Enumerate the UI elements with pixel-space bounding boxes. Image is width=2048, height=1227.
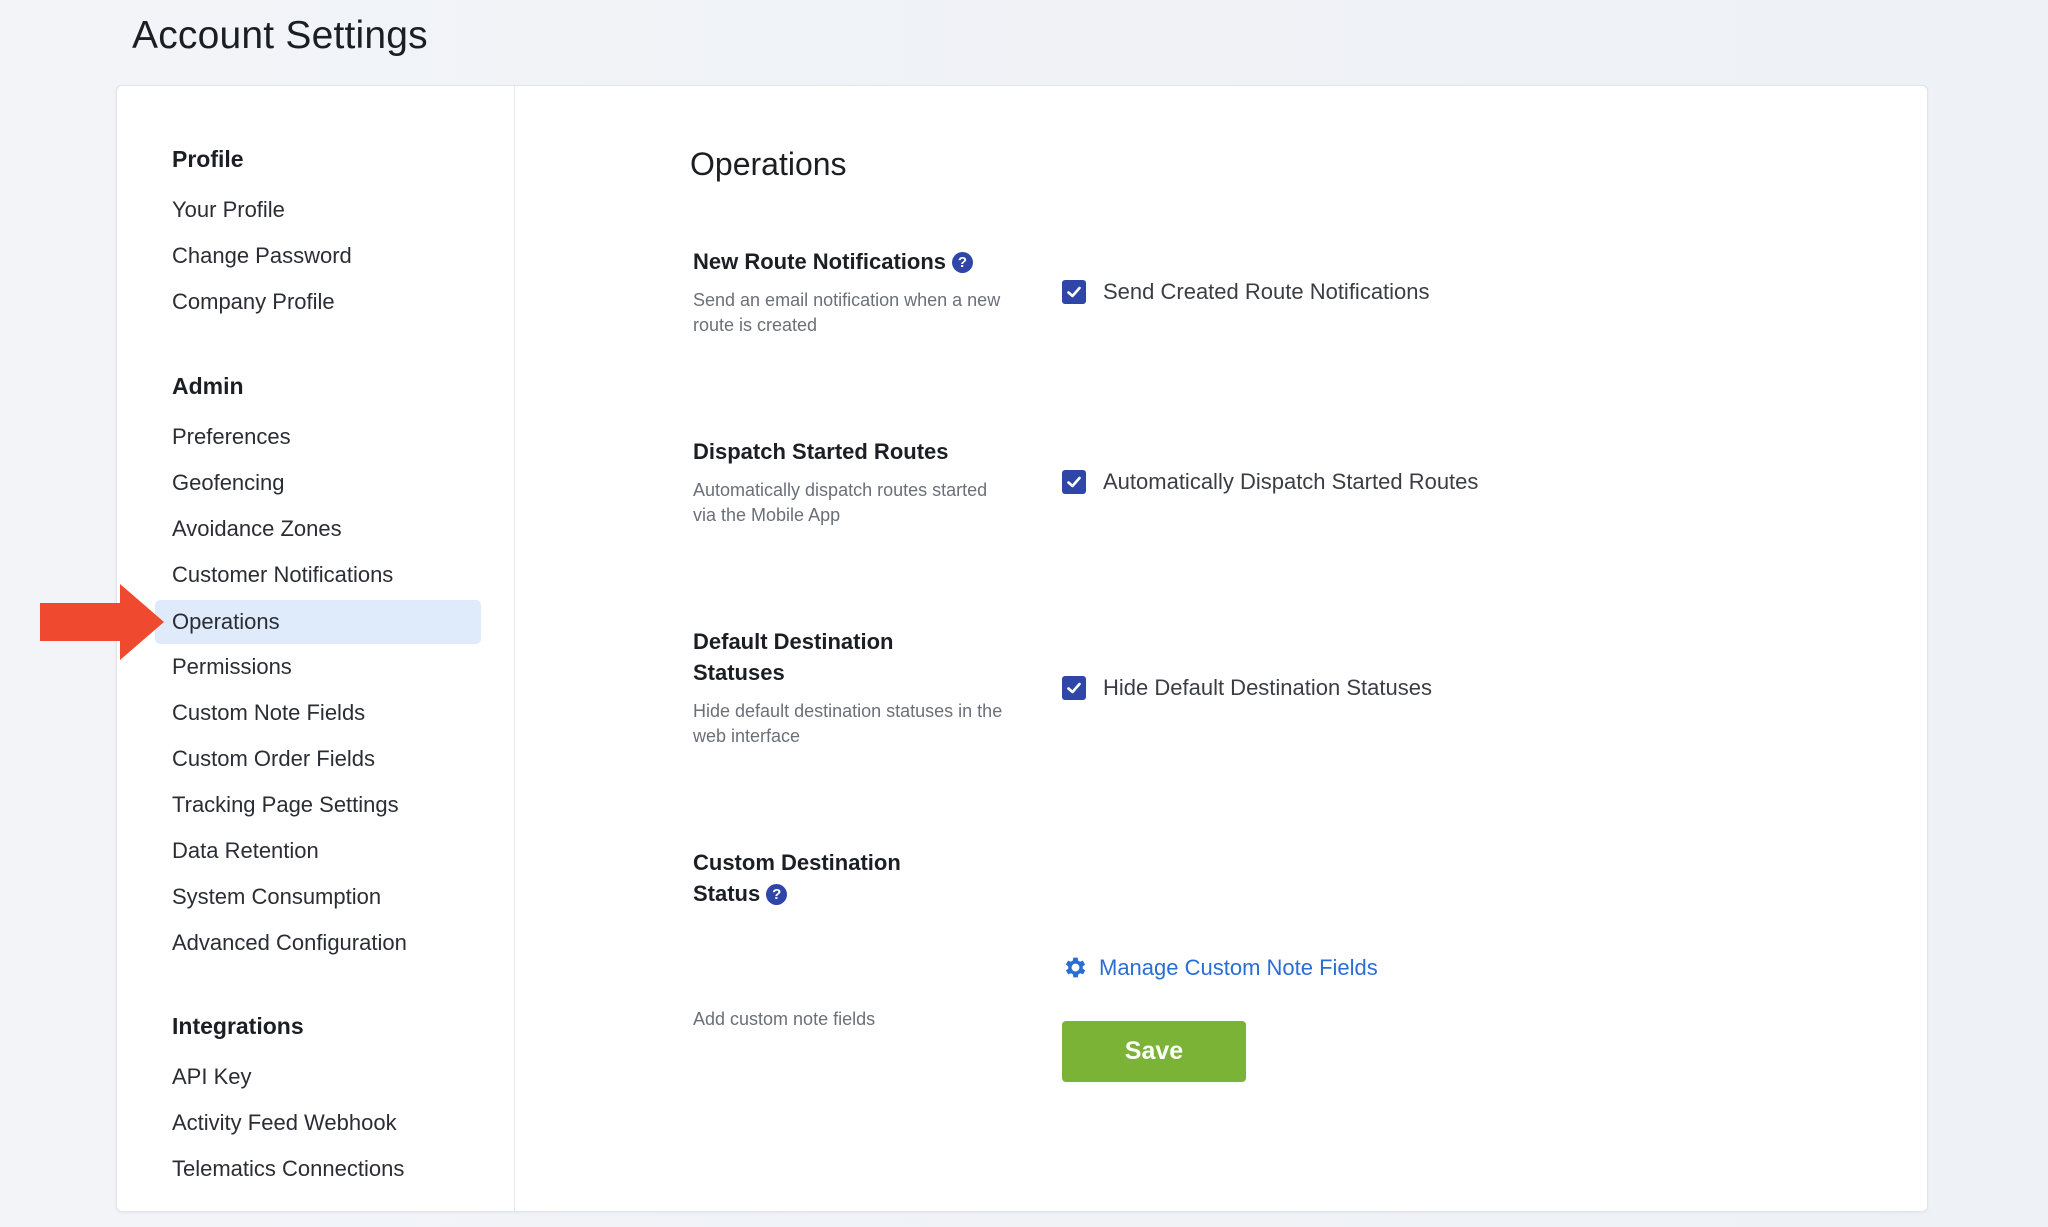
sidebar-item-customer-notifications[interactable]: Customer Notifications [155,553,481,597]
sidebar-item-tracking-page-settings[interactable]: Tracking Page Settings [155,783,481,827]
sidebar-item-change-password[interactable]: Change Password [155,234,481,278]
help-icon[interactable]: ? [952,252,974,273]
sidebar-item-telematics-connections[interactable]: Telematics Connections [155,1147,481,1191]
sidebar-item-data-retention[interactable]: Data Retention [155,829,481,873]
sidebar-item-custom-order-fields[interactable]: Custom Order Fields [155,737,481,781]
settings-card: Profile Your Profile Change Password Com… [116,85,1928,1212]
checkbox-checked[interactable] [1062,470,1086,494]
sidebar-item-custom-note-fields[interactable]: Custom Note Fields [155,691,481,735]
operations-panel: Operations New Route Notifications? Send… [515,86,1927,1211]
setting-description: Hide default destination statuses in the… [693,701,1003,746]
sidebar-group-integrations: Integrations [172,1013,304,1039]
checkbox-checked[interactable] [1062,280,1086,304]
sidebar-item-avoidance-zones[interactable]: Avoidance Zones [155,507,481,551]
checkbox-label: Send Created Route Notifications [1103,279,1430,304]
sidebar-item-api-key[interactable]: API Key [155,1055,481,1099]
manage-custom-note-fields-link[interactable]: Manage Custom Note Fields [1062,954,1378,981]
sidebar-item-activity-feed-webhook[interactable]: Activity Feed Webhook [155,1101,481,1145]
automatically-dispatch-started-routes-checkbox[interactable]: Automatically Dispatch Started Routes [1062,469,1478,495]
setting-description: Add custom note fields [693,1009,876,1029]
gear-icon [1065,957,1086,978]
checkbox-label: Automatically Dispatch Started Routes [1103,469,1479,494]
checkbox-label: Hide Default Destination Statuses [1103,675,1432,700]
sidebar-item-advanced-configuration[interactable]: Advanced Configuration [155,921,481,965]
settings-sidebar: Profile Your Profile Change Password Com… [117,86,515,1211]
setting-label-new-route-notifications: New Route Notifications? [693,246,1023,277]
section-title: Operations [690,146,847,182]
sidebar-item-operations[interactable]: Operations [155,600,481,644]
checkmark-icon [1067,286,1081,298]
send-created-route-notifications-checkbox[interactable]: Send Created Route Notifications [1062,279,1430,305]
sidebar-group-admin: Admin [172,373,244,399]
setting-label-text: Custom Destination Status [693,850,901,906]
sidebar-group-profile: Profile [172,146,244,172]
setting-label-custom-destination-status: Custom Destination Status? [693,847,943,909]
setting-label-text: Default Destination Statuses [693,629,894,685]
hide-default-destination-statuses-checkbox[interactable]: Hide Default Destination Statuses [1062,675,1432,701]
help-icon[interactable]: ? [766,884,788,905]
sidebar-item-permissions[interactable]: Permissions [155,645,481,689]
setting-label-text: New Route Notifications [693,249,947,274]
setting-label-text: Dispatch Started Routes [693,439,949,464]
save-button[interactable]: Save [1062,1021,1246,1082]
sidebar-item-preferences[interactable]: Preferences [155,415,481,459]
setting-label-default-destination-statuses: Default Destination Statuses [693,626,963,688]
sidebar-item-your-profile[interactable]: Your Profile [155,188,481,232]
sidebar-item-system-consumption[interactable]: System Consumption [155,875,481,919]
checkbox-checked[interactable] [1062,676,1086,700]
checkmark-icon [1067,476,1081,488]
pointer-arrow-icon [40,584,164,660]
sidebar-item-company-profile[interactable]: Company Profile [155,280,481,324]
checkmark-icon [1067,682,1081,694]
manage-link-label: Manage Custom Note Fields [1099,954,1378,980]
setting-description: Send an email notification when a new ro… [693,290,1001,335]
setting-description: Automatically dispatch routes started vi… [693,480,988,525]
setting-label-dispatch-started-routes: Dispatch Started Routes [693,436,1023,467]
page-title: Account Settings [132,14,428,57]
sidebar-item-geofencing[interactable]: Geofencing [155,461,481,505]
